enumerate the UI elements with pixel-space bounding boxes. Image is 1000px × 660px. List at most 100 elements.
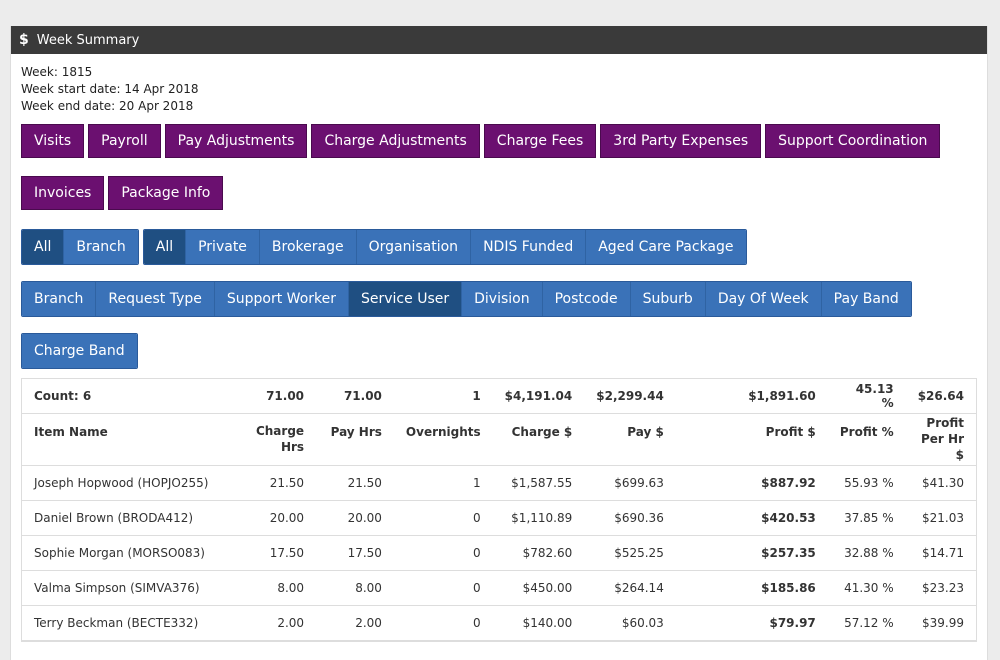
- report-tabs-row-1: Visits Payroll Pay Adjustments Charge Ad…: [21, 124, 944, 158]
- filter-all-funding[interactable]: All: [143, 230, 187, 264]
- col-pph-line1: Profit: [926, 416, 964, 430]
- col-overnights[interactable]: Overnights: [393, 413, 493, 466]
- row-profit: $185.86: [675, 570, 828, 606]
- row-charge: $782.60: [492, 535, 585, 571]
- filter-brokerage[interactable]: Brokerage: [259, 230, 357, 264]
- tab-visits[interactable]: Visits: [21, 124, 85, 158]
- panel-title: Week Summary: [36, 32, 140, 48]
- groupby-group: Branch Request Type Support Worker Servi…: [21, 281, 912, 317]
- row-item-name: Valma Simpson (SIMVA376): [22, 570, 244, 606]
- row-profit: $420.53: [675, 500, 828, 536]
- row-charge: $1,110.89: [492, 500, 585, 536]
- row-pay: $264.14: [584, 570, 676, 606]
- table-row[interactable]: Daniel Brown (BRODA412) 20.00 20.00 0 $1,110…: [22, 500, 976, 536]
- summary-table: Count: 6 71.00 71.00 1 $4,191.04 $2,299.…: [22, 379, 976, 641]
- table-header-row: Item Name Charge Hrs Pay Hrs Overnights C…: [22, 413, 976, 466]
- col-charge-hrs[interactable]: Charge Hrs: [243, 413, 317, 466]
- row-profit-pct: 55.93 %: [827, 465, 906, 501]
- groupby-row: Branch Request Type Support Worker Servi…: [21, 281, 916, 317]
- col-pay-hrs[interactable]: Pay Hrs: [316, 413, 394, 466]
- groupby-service-user[interactable]: Service User: [349, 282, 463, 316]
- row-count: Count: 6: [22, 379, 244, 414]
- groupby-division[interactable]: Division: [462, 282, 543, 316]
- dollar-icon: $: [19, 32, 29, 48]
- filter-private[interactable]: Private: [186, 230, 260, 264]
- total-profit-per-hr: $26.64: [905, 379, 976, 414]
- row-charge: $450.00: [492, 570, 585, 606]
- week-summary-panel: $ Week Summary Week: 1815 Week start dat…: [10, 26, 988, 660]
- col-charge-hrs-line2: Hrs: [280, 440, 305, 454]
- week-start-date: Week start date: 14 Apr 2018: [21, 82, 199, 96]
- tab-package-info[interactable]: Package Info: [108, 176, 224, 210]
- row-item-name: Joseph Hopwood (HOPJO255): [22, 465, 244, 501]
- row-pay-hrs: 17.50: [316, 535, 394, 571]
- col-charge-hrs-line1: Charge: [255, 424, 305, 438]
- groupby-row-2: Charge Band: [21, 333, 142, 369]
- week-end-date: Week end date: 20 Apr 2018: [21, 99, 194, 113]
- col-pay[interactable]: Pay $: [584, 413, 676, 466]
- tab-invoices[interactable]: Invoices: [21, 176, 105, 210]
- col-charge[interactable]: Charge $: [492, 413, 585, 466]
- groupby-charge-band[interactable]: Charge Band: [22, 334, 137, 368]
- row-pay-hrs: 21.50: [316, 465, 394, 501]
- tab-charge-adjustments[interactable]: Charge Adjustments: [311, 124, 480, 158]
- summary-table-wrap: Count: 6 71.00 71.00 1 $4,191.04 $2,299.…: [21, 378, 977, 642]
- filter-all-branches[interactable]: All: [22, 230, 65, 264]
- col-profit[interactable]: Profit $: [675, 413, 828, 466]
- row-overnights: 1: [393, 465, 493, 501]
- row-pay: $690.36: [584, 500, 676, 536]
- groupby-group-2: Charge Band: [21, 333, 138, 369]
- tab-charge-fees[interactable]: Charge Fees: [483, 124, 597, 158]
- row-profit-pct: 37.85 %: [827, 500, 906, 536]
- row-overnights: 0: [393, 500, 493, 536]
- row-overnights: 0: [393, 605, 493, 641]
- table-body: Joseph Hopwood (HOPJO255) 21.50 21.50 1 $1,5…: [22, 465, 976, 641]
- groupby-pay-band[interactable]: Pay Band: [821, 282, 911, 316]
- row-pay: $60.03: [584, 605, 676, 641]
- filter-ndis-funded[interactable]: NDIS Funded: [471, 230, 587, 264]
- groupby-day-of-week[interactable]: Day Of Week: [705, 282, 822, 316]
- row-profit: $257.35: [675, 535, 828, 571]
- col-profit-pct[interactable]: Profit %: [827, 413, 906, 466]
- filter-aged-care-package[interactable]: Aged Care Package: [586, 230, 746, 264]
- row-item-name: Sophie Morgan (MORSO083): [22, 535, 244, 571]
- total-pay: $2,299.44: [584, 379, 676, 414]
- week-meta: Week: 1815 Week start date: 14 Apr 2018 …: [11, 54, 987, 115]
- row-pay-hrs: 2.00: [316, 605, 394, 641]
- filter-branch[interactable]: Branch: [64, 230, 138, 264]
- table-row[interactable]: Terry Beckman (BECTE332) 2.00 2.00 0 $140.00…: [22, 605, 976, 641]
- row-profit-per-hr: $23.23: [905, 570, 976, 606]
- row-charge: $140.00: [492, 605, 585, 641]
- filter-organisation[interactable]: Organisation: [356, 230, 472, 264]
- col-item-name[interactable]: Item Name: [22, 413, 244, 466]
- row-profit-pct: 32.88 %: [827, 535, 906, 571]
- table-row[interactable]: Joseph Hopwood (HOPJO255) 21.50 21.50 1 $1,5…: [22, 465, 976, 501]
- tab-payroll[interactable]: Payroll: [88, 124, 161, 158]
- row-item-name: Daniel Brown (BRODA412): [22, 500, 244, 536]
- tab-pay-adjustments[interactable]: Pay Adjustments: [164, 124, 308, 158]
- total-charge-hrs: 71.00: [243, 379, 317, 414]
- total-profit: $1,891.60: [675, 379, 828, 414]
- row-profit: $79.97: [675, 605, 828, 641]
- groupby-request-type[interactable]: Request Type: [96, 282, 215, 316]
- row-charge-hrs: 2.00: [243, 605, 317, 641]
- report-tabs-row-2: Invoices Package Info: [21, 176, 227, 210]
- col-pph-line2: Per Hr $: [921, 432, 964, 462]
- groupby-suburb[interactable]: Suburb: [630, 282, 706, 316]
- groupby-branch[interactable]: Branch: [22, 282, 97, 316]
- row-charge-hrs: 21.50: [243, 465, 317, 501]
- total-profit-pct: 45.13 %: [827, 379, 906, 414]
- row-pay-hrs: 8.00: [316, 570, 394, 606]
- groupby-postcode[interactable]: Postcode: [542, 282, 631, 316]
- total-pay-hrs: 71.00: [316, 379, 394, 414]
- table-row[interactable]: Valma Simpson (SIMVA376) 8.00 8.00 0 $450.00…: [22, 570, 976, 606]
- tab-support-coordination[interactable]: Support Coordination: [765, 124, 941, 158]
- total-overnights: 1: [393, 379, 493, 414]
- tab-3rd-party-expenses[interactable]: 3rd Party Expenses: [600, 124, 762, 158]
- table-row[interactable]: Sophie Morgan (MORSO083) 17.50 17.50 0 $782.…: [22, 535, 976, 571]
- col-profit-per-hr[interactable]: Profit Per Hr $: [905, 413, 976, 466]
- row-charge-hrs: 8.00: [243, 570, 317, 606]
- groupby-support-worker[interactable]: Support Worker: [214, 282, 349, 316]
- row-overnights: 0: [393, 535, 493, 571]
- row-profit-per-hr: $41.30: [905, 465, 976, 501]
